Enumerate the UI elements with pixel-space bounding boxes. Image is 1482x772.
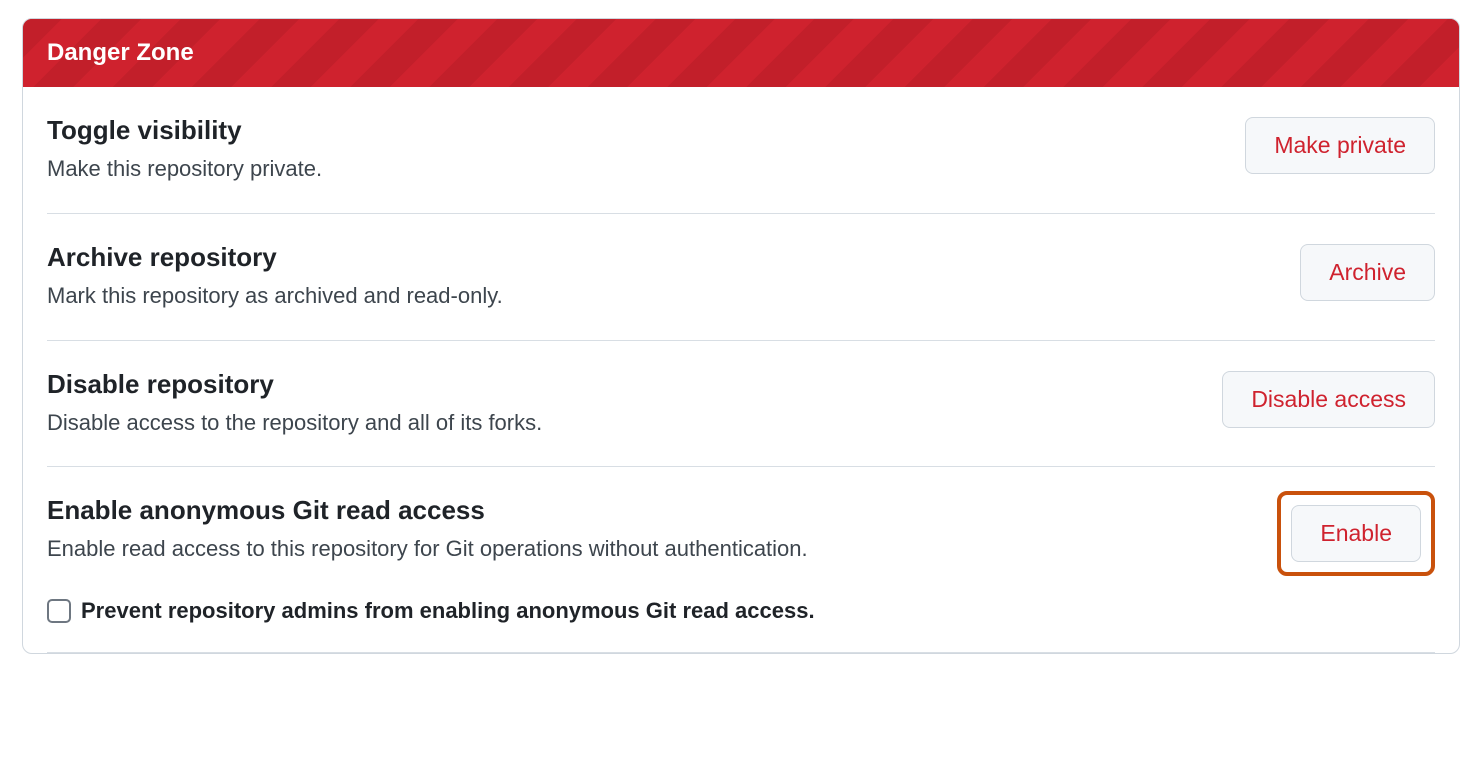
anonymous-git-desc: Enable read access to this repository fo… [47,534,1253,565]
archive-button[interactable]: Archive [1300,244,1435,301]
danger-zone-header: Danger Zone [23,19,1459,87]
make-private-button[interactable]: Make private [1245,117,1435,174]
archive-repository-text: Archive repository Mark this repository … [47,242,1300,312]
archive-repository-row: Archive repository Mark this repository … [47,214,1435,341]
archive-repository-desc: Mark this repository as archived and rea… [47,281,1276,312]
disable-repository-desc: Disable access to the repository and all… [47,408,1198,439]
archive-repository-title: Archive repository [47,242,1276,273]
prevent-admins-row: Prevent repository admins from enabling … [47,598,1435,624]
enable-button-highlight: Enable [1277,491,1435,576]
toggle-visibility-title: Toggle visibility [47,115,1221,146]
prevent-admins-label[interactable]: Prevent repository admins from enabling … [81,598,815,624]
enable-anonymous-git-button[interactable]: Enable [1291,505,1421,562]
anonymous-git-title: Enable anonymous Git read access [47,495,1253,526]
toggle-visibility-text: Toggle visibility Make this repository p… [47,115,1245,185]
prevent-admins-checkbox[interactable] [47,599,71,623]
danger-zone-body: Toggle visibility Make this repository p… [23,87,1459,653]
anonymous-git-row: Enable anonymous Git read access Enable … [47,467,1435,653]
disable-repository-row: Disable repository Disable access to the… [47,341,1435,468]
danger-zone-panel: Danger Zone Toggle visibility Make this … [22,18,1460,654]
disable-repository-text: Disable repository Disable access to the… [47,369,1222,439]
toggle-visibility-desc: Make this repository private. [47,154,1221,185]
disable-access-button[interactable]: Disable access [1222,371,1435,428]
anonymous-git-text: Enable anonymous Git read access Enable … [47,495,1277,565]
disable-repository-title: Disable repository [47,369,1198,400]
toggle-visibility-row: Toggle visibility Make this repository p… [47,87,1435,214]
